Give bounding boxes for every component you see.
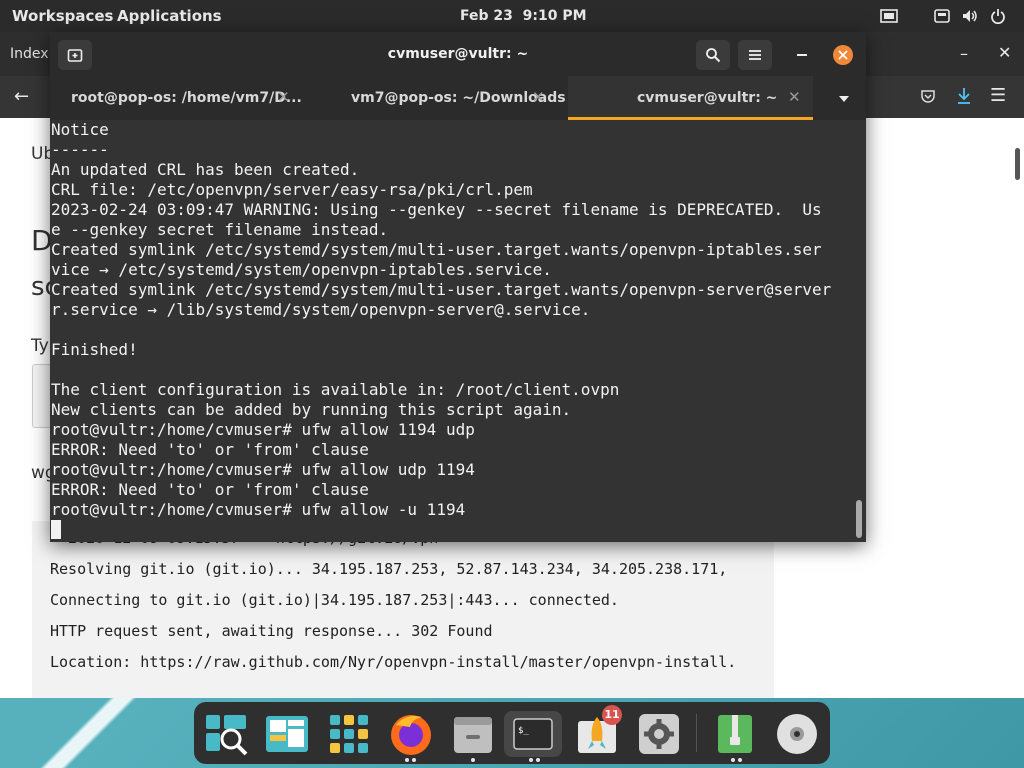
terminal-line: An updated CRL has been created. [51, 160, 360, 179]
tab-close-icon[interactable]: ✕ [532, 88, 545, 106]
running-indicator [471, 758, 475, 762]
terminal-header-bar: cvmuser@vultr: ~ [50, 32, 866, 76]
page-text-fragment: Ty [31, 336, 49, 356]
terminal-line: ------ [51, 140, 109, 159]
menu-icon[interactable]: ☰ [990, 85, 1006, 106]
hamburger-menu-button[interactable] [738, 40, 772, 70]
top-bar: Workspaces Applications Feb 23 9:10 PM [0, 0, 1024, 32]
close-icon[interactable] [832, 44, 854, 66]
terminal-scrollbar[interactable] [856, 500, 862, 538]
tab-label: root@pop-os: /home/vm7/D... [71, 90, 302, 106]
disc-icon[interactable] [774, 711, 820, 757]
pocket-icon[interactable] [920, 88, 936, 104]
clock[interactable]: Feb 23 9:10 PM [460, 8, 587, 24]
workspaces-button[interactable]: Workspaces [12, 7, 113, 25]
code-line: Location: https://raw.github.com/Nyr/ope… [50, 653, 737, 671]
files-icon[interactable] [264, 711, 310, 757]
terminal-line: The client configuration is available in… [51, 380, 620, 399]
terminal-output[interactable]: Notice ------ An updated CRL has been cr… [50, 120, 866, 542]
back-icon[interactable]: ← [14, 86, 29, 107]
file-manager-icon[interactable] [450, 711, 496, 757]
svg-text:$_: $_ [518, 726, 529, 736]
text-cursor [51, 520, 61, 539]
terminal-line: CRL file: /etc/openvpn/server/easy-rsa/p… [51, 180, 533, 199]
terminal-line: ERROR: Need 'to' or 'from' clause [51, 480, 369, 499]
archive-icon[interactable] [712, 711, 758, 757]
terminal-line: Created symlink /etc/systemd/system/mult… [51, 280, 832, 299]
tab-close-icon[interactable]: ✕ [277, 88, 290, 106]
tab-label: cvmuser@vultr: ~ [637, 90, 778, 106]
keyboard-icon[interactable] [934, 8, 950, 24]
running-indicator [731, 758, 735, 762]
app-grid-icon[interactable] [326, 711, 372, 757]
code-line: Resolving git.io (git.io)... 34.195.187.… [50, 560, 728, 578]
pop-shop-icon[interactable]: 11 [574, 705, 622, 757]
search-button[interactable] [696, 40, 730, 70]
power-icon[interactable] [990, 8, 1006, 24]
tab-close-icon[interactable]: ✕ [788, 88, 801, 106]
dock: $_ 11 [194, 702, 830, 764]
volume-icon[interactable] [962, 8, 978, 24]
search-icon[interactable] [204, 711, 250, 757]
download-icon[interactable] [956, 87, 972, 105]
page-scrollbar[interactable] [1015, 148, 1020, 180]
chevron-down-icon[interactable] [838, 95, 850, 103]
notification-badge: 11 [602, 705, 622, 725]
terminal-line: root@vultr:/home/cvmuser# ufw allow 1194… [51, 420, 475, 439]
terminal-line: Finished! [51, 340, 138, 359]
terminal-tab-bar: root@pop-os: /home/vm7/D... ✕ vm7@pop-os… [50, 76, 866, 120]
tab-cvmuser-vultr[interactable]: cvmuser@vultr: ~ ✕ [568, 76, 813, 120]
running-indicator [536, 758, 540, 762]
window-tiling-icon[interactable] [880, 8, 898, 24]
code-line: HTTP request sent, awaiting response... … [50, 622, 493, 640]
time-label: 9:10 PM [522, 8, 587, 24]
minimize-icon[interactable] [796, 53, 808, 57]
terminal-window: cvmuser@vultr: ~ root@pop-os: /home/vm7/… [50, 32, 866, 542]
date-label: Feb 23 [460, 8, 513, 24]
terminal-line: ERROR: Need 'to' or 'from' clause [51, 440, 369, 459]
code-snippet-box [32, 364, 52, 428]
terminal-line: New clients can be added by running this… [51, 400, 572, 419]
running-indicator [529, 758, 533, 762]
code-line: Connecting to git.io (git.io)|34.195.187… [50, 591, 619, 609]
terminal-line: r.service → /lib/systemd/system/openvpn-… [51, 300, 591, 319]
applications-button[interactable]: Applications [117, 7, 222, 25]
terminal-line: vice → /etc/systemd/system/openvpn-iptab… [51, 260, 552, 279]
search-icon [706, 48, 721, 63]
close-icon[interactable]: ✕ [998, 43, 1011, 62]
firefox-icon[interactable] [388, 711, 434, 757]
terminal-line: Created symlink /etc/systemd/system/mult… [51, 240, 822, 259]
running-indicator [412, 758, 416, 762]
terminal-line: root@vultr:/home/cvmuser# ufw allow udp … [51, 460, 475, 479]
terminal-line: root@vultr:/home/cvmuser# ufw allow -u 1… [51, 500, 466, 519]
minimize-icon[interactable]: – [960, 44, 968, 63]
terminal-line: e --genkey secret filename instead. [51, 220, 389, 239]
running-indicator [405, 758, 409, 762]
terminal-line: Notice [51, 120, 109, 139]
running-indicator [738, 758, 742, 762]
tab-root-pop-os[interactable]: root@pop-os: /home/vm7/D... ✕ [50, 76, 308, 120]
dock-separator [696, 714, 697, 752]
settings-icon[interactable] [636, 711, 682, 757]
hamburger-icon [749, 50, 761, 60]
tab-vm7-downloads[interactable]: vm7@pop-os: ~/Downloads ✕ [308, 76, 568, 120]
code-block: --2020-12-09 09:15:57-- https://git.io/v… [32, 521, 774, 698]
terminal-line: 2023-02-24 03:09:47 WARNING: Using --gen… [51, 200, 822, 219]
terminal-icon[interactable]: $_ [504, 711, 562, 757]
